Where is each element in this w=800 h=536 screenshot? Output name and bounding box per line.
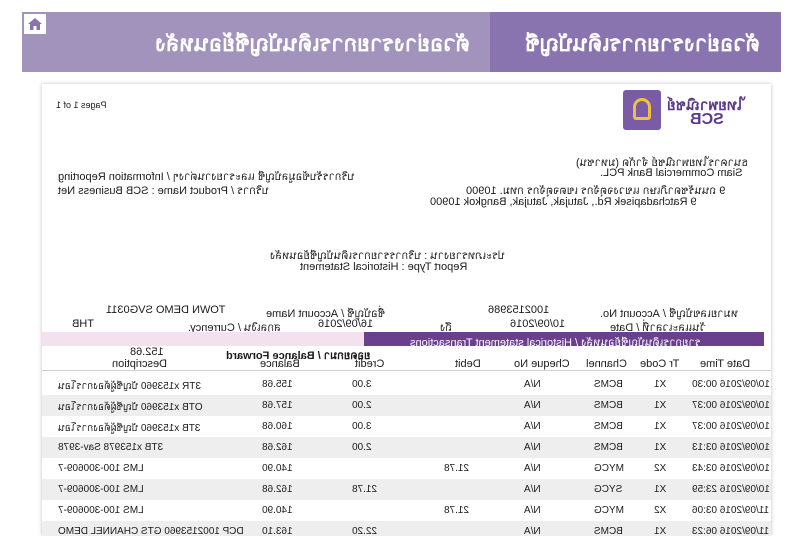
banner-right-title: ตัวอย่างรายการเดินบัญชี xyxy=(525,32,760,57)
cell-channel: MYCG xyxy=(594,463,624,474)
date-to: 16/09/2016 xyxy=(318,318,374,330)
page-label: Pages 1 of 1 xyxy=(56,100,107,110)
cell-balance: 140.90 xyxy=(262,463,293,474)
cell-credit: 21.78 xyxy=(352,484,378,495)
cell-cheque: N/A xyxy=(524,463,541,474)
cell-description: LMS 100-300609-7 xyxy=(58,463,144,474)
section-band-left xyxy=(42,332,364,346)
address-line-4: 9 Ratchadapisek Rd., Jatujak, Jatujak, B… xyxy=(430,196,697,208)
cell-cheque: N/A xyxy=(524,400,541,411)
cell-credit: 22.20 xyxy=(352,526,378,536)
cell-channel: BCMS xyxy=(594,379,623,390)
cell-balance: 155.68 xyxy=(262,379,293,390)
cell-datetime: 11/09/2016 03:06 xyxy=(692,505,770,516)
cell-description: 3TR x153960 บัญชีผู้ต้องการโอน xyxy=(58,381,201,392)
cell-description: DCP 1002153960 GTS CHANNEL DEMO xyxy=(58,526,244,536)
cell-debit: 21.78 xyxy=(444,463,470,474)
cell-description: 3TB x153978 Sav-3978 xyxy=(58,442,164,453)
cell-trcode: X1 xyxy=(654,442,667,453)
cell-trcode: X1 xyxy=(654,421,667,432)
cell-credit: 2.00 xyxy=(352,442,372,453)
cell-description: 3TB x153960 บัญชีผู้ต้องการโอน xyxy=(58,423,201,434)
cell-balance: 140.90 xyxy=(262,505,293,516)
col-datetime: Date Time xyxy=(700,358,751,370)
cell-channel: MYCG xyxy=(594,505,624,516)
currency: THB xyxy=(72,318,94,330)
report-type-en: Report Type : Historical Statement xyxy=(300,261,468,273)
date-from: 10/09/2016 xyxy=(510,318,566,330)
cell-datetime: 10/09/2016 23:59 xyxy=(692,484,770,495)
cell-credit: 3.00 xyxy=(352,421,372,432)
balance-forward-value: 152.68 xyxy=(130,346,164,358)
cell-cheque: N/A xyxy=(524,484,541,495)
cell-debit: 21.78 xyxy=(444,505,470,516)
cell-channel: BCMS xyxy=(594,421,623,432)
cell-trcode: X2 xyxy=(654,463,667,474)
bank-short: SCB xyxy=(690,111,724,128)
col-balance: Balance xyxy=(260,358,300,370)
cell-description: OTB x153960 บัญชีผู้ต้องการโอน xyxy=(58,402,203,413)
cell-channel: SYCG xyxy=(594,484,623,495)
address-line-2: Siam Commercial Bank PCL. xyxy=(600,167,743,179)
scb-logo xyxy=(623,90,661,130)
col-channel: Channel xyxy=(586,358,627,370)
account-no: 1002153986 xyxy=(488,304,550,316)
cell-description: LMS 100-300609-7 xyxy=(58,505,144,516)
cell-trcode: X1 xyxy=(654,400,667,411)
cell-balance: 162.68 xyxy=(262,484,293,495)
cell-trcode: X1 xyxy=(654,526,667,536)
account-name: TOWN DEMO SVG0311 xyxy=(106,304,226,316)
cell-cheque: N/A xyxy=(524,379,541,390)
cell-credit: 3.00 xyxy=(352,379,372,390)
cell-datetime: 11/09/2016 06:23 xyxy=(692,526,770,536)
cell-datetime: 10/09/2016 00:37 xyxy=(692,400,770,411)
cell-channel: BCMS xyxy=(594,442,623,453)
cell-cheque: N/A xyxy=(524,505,541,516)
cell-balance: 160.68 xyxy=(262,421,293,432)
cell-trcode: X2 xyxy=(654,505,667,516)
cell-channel: BCMS xyxy=(594,400,623,411)
cell-datetime: 10/09/2016 00:37 xyxy=(692,421,770,432)
cell-datetime: 10/09/2016 03:13 xyxy=(692,442,770,453)
cell-description: LMS 100-300609-7 xyxy=(58,484,144,495)
cell-cheque: N/A xyxy=(524,442,541,453)
cell-balance: 163.10 xyxy=(262,526,293,536)
home-icon[interactable] xyxy=(24,14,46,34)
col-debit: Debit xyxy=(455,358,481,370)
cell-trcode: X1 xyxy=(654,484,667,495)
cell-cheque: N/A xyxy=(524,526,541,536)
cell-trcode: X1 xyxy=(654,379,667,390)
cell-datetime: 10/09/2016 03:43 xyxy=(692,463,770,474)
banner-left-title: ตัวอย่างรายการเดินบัญชีย้อนหลัง xyxy=(155,32,470,57)
cell-channel: BCMS xyxy=(594,526,623,536)
col-cheque: Cheque No xyxy=(514,358,570,370)
header-divider xyxy=(42,370,771,371)
cell-credit: 2.00 xyxy=(352,400,372,411)
service-line-2: บริการ / Product Name : SCB Business Net xyxy=(58,185,269,197)
section-title: รายการเดินบัญชีย้อนหลัง / Historical sta… xyxy=(410,337,701,349)
col-trcode: Tr Code xyxy=(640,358,680,370)
cell-balance: 157.68 xyxy=(262,400,293,411)
col-credit: Credit xyxy=(355,358,385,370)
col-description: Description xyxy=(112,358,168,370)
cell-cheque: N/A xyxy=(524,421,541,432)
cell-balance: 162.68 xyxy=(262,442,293,453)
cell-datetime: 10/09/2016 00:30 xyxy=(692,379,770,390)
